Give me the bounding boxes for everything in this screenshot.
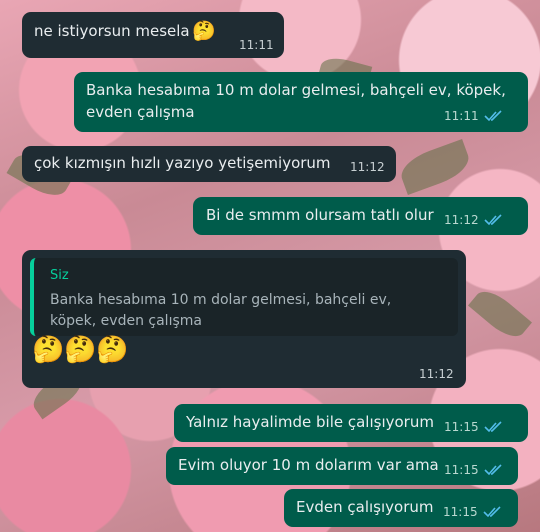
double-check-icon: [484, 421, 502, 433]
outgoing-message[interactable]: Banka hesabıma 10 m dolar gelmesi, bahçe…: [74, 72, 528, 132]
double-check-icon: [484, 214, 502, 226]
message-time: 11:15: [444, 463, 479, 477]
quoted-author: Siz: [50, 268, 69, 283]
double-check-icon: [483, 506, 501, 518]
message-text: çok kızmışın hızlı yazıyo yetişemiyorum: [34, 154, 331, 172]
message-time: 11:12: [444, 213, 479, 227]
thinking-emoji: 🤔: [64, 335, 97, 365]
double-check-icon: [484, 110, 502, 122]
message-text: Yalnız hayalimde bile çalışıyorum: [186, 413, 434, 431]
quoted-text-line1: Banka hesabıma 10 m dolar gelmesi, bahçe…: [50, 292, 392, 308]
outgoing-message[interactable]: Evim oluyor 10 m dolarım var ama 11:15: [166, 447, 518, 485]
message-text-line1: Banka hesabıma 10 m dolar gelmesi, bahçe…: [86, 81, 506, 99]
outgoing-message[interactable]: Bi de smmm olursam tatlı olur 11:12: [193, 197, 528, 235]
message-text-line2: evden çalışma: [86, 103, 195, 121]
message-text: Evim oluyor 10 m dolarım var ama: [178, 456, 439, 474]
thinking-emoji: 🤔: [96, 335, 129, 365]
outgoing-message[interactable]: Yalnız hayalimde bile çalışıyorum 11:15: [174, 404, 528, 442]
incoming-message[interactable]: çok kızmışın hızlı yazıyo yetişemiyorum …: [22, 146, 396, 182]
double-check-icon: [484, 464, 502, 476]
thinking-emoji: 🤔: [32, 335, 65, 365]
message-time: 11:12: [350, 160, 385, 174]
message-text: ne istiyorsun mesela: [34, 22, 190, 40]
message-text: Bi de smmm olursam tatlı olur: [206, 206, 434, 224]
message-time: 11:11: [239, 38, 274, 52]
message-time: 11:15: [443, 505, 478, 519]
thinking-emoji: 🤔: [192, 20, 216, 42]
message-time: 11:12: [419, 367, 454, 381]
background-leaf: [468, 283, 532, 345]
message-time: 11:15: [444, 420, 479, 434]
outgoing-message[interactable]: Evden çalışıyorum 11:15: [284, 489, 518, 527]
background-leaf: [396, 139, 474, 195]
message-text: Evden çalışıyorum: [296, 498, 434, 516]
incoming-reply-message[interactable]: Siz Banka hesabıma 10 m dolar gelmesi, b…: [22, 250, 466, 388]
message-time: 11:11: [444, 109, 479, 123]
incoming-message[interactable]: ne istiyorsun mesela 🤔 11:11: [22, 12, 284, 58]
quoted-text-line2: köpek, evden çalışma: [50, 313, 202, 329]
quoted-message[interactable]: Siz Banka hesabıma 10 m dolar gelmesi, b…: [30, 258, 458, 336]
